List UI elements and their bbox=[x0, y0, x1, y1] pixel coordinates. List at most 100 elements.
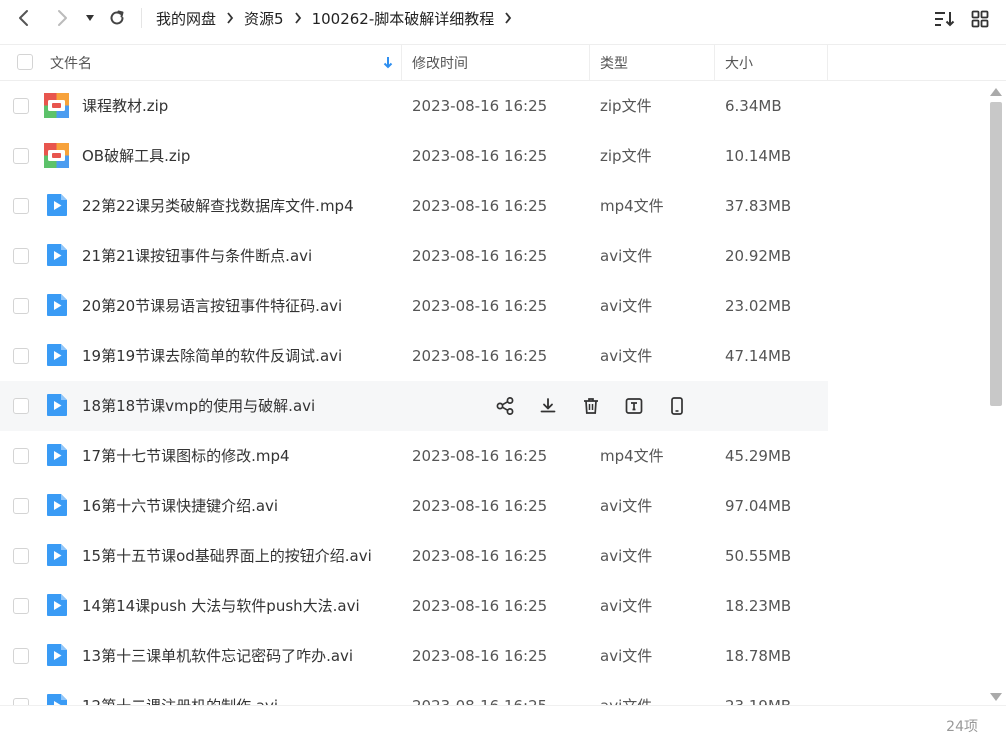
row-checkbox[interactable] bbox=[13, 148, 29, 164]
file-row[interactable]: 18第18节课vmp的使用与破解.avi bbox=[0, 381, 828, 431]
file-name[interactable]: 课程教材.zip bbox=[82, 81, 168, 131]
file-date: 2023-08-16 16:25 bbox=[412, 597, 548, 615]
file-size: 23.19MB bbox=[725, 681, 791, 705]
select-all-checkbox[interactable] bbox=[17, 54, 33, 70]
file-row[interactable]: 20第20节课易语言按钮事件特征码.avi 2023-08-16 16:25 avi… bbox=[0, 281, 828, 331]
file-size: 45.29MB bbox=[725, 447, 792, 465]
header-size[interactable]: 大小 bbox=[725, 45, 753, 80]
file-date: 2023-08-16 16:25 bbox=[412, 147, 548, 165]
video-icon bbox=[46, 393, 71, 418]
file-name[interactable]: 21第21课按钮事件与条件断点.avi bbox=[82, 231, 312, 281]
file-type: zip文件 bbox=[600, 147, 652, 165]
file-row[interactable]: 课程教材.zip 2023-08-16 16:25 zip文件 6.34MB bbox=[0, 81, 828, 131]
video-icon bbox=[46, 543, 71, 568]
file-row[interactable]: 13第十三课单机软件忘记密码了咋办.avi 2023-08-16 16:25 avi… bbox=[0, 631, 828, 681]
file-name[interactable]: 14第14课push 大法与软件push大法.avi bbox=[82, 581, 360, 631]
row-checkbox[interactable] bbox=[13, 348, 29, 364]
file-date: 2023-08-16 16:25 bbox=[412, 247, 548, 265]
file-name[interactable]: 18第18节课vmp的使用与破解.avi bbox=[82, 381, 315, 431]
history-dropdown[interactable] bbox=[80, 6, 100, 30]
rename-icon[interactable] bbox=[623, 395, 645, 417]
grid-view-button[interactable] bbox=[969, 8, 991, 30]
scroll-down-arrow-icon[interactable] bbox=[990, 693, 1002, 701]
row-checkbox[interactable] bbox=[13, 448, 29, 464]
refresh-icon bbox=[110, 10, 124, 25]
file-name[interactable]: 22第22课另类破解查找数据库文件.mp4 bbox=[82, 181, 354, 231]
sort-button[interactable] bbox=[933, 8, 955, 30]
file-name[interactable]: 20第20节课易语言按钮事件特征码.avi bbox=[82, 281, 342, 331]
divider bbox=[714, 45, 715, 80]
grid-icon bbox=[971, 10, 989, 28]
chevron-right-icon bbox=[294, 12, 302, 24]
file-row[interactable]: 16第十六节课快捷键介绍.avi 2023-08-16 16:25 avi文件 97.… bbox=[0, 481, 828, 531]
back-button[interactable] bbox=[12, 6, 36, 30]
row-checkbox[interactable] bbox=[13, 98, 29, 114]
file-name[interactable]: 12第十二课注册机的制作.avi bbox=[82, 681, 278, 705]
breadcrumb: 我的网盘 资源5 100262-脚本破解详细教程 bbox=[156, 8, 522, 28]
row-checkbox[interactable] bbox=[13, 298, 29, 314]
file-size: 37.83MB bbox=[725, 197, 792, 215]
file-name[interactable]: 16第十六节课快捷键介绍.avi bbox=[82, 481, 278, 531]
file-date: 2023-08-16 16:25 bbox=[412, 347, 548, 365]
scrollbar[interactable] bbox=[986, 84, 1006, 705]
chevron-right-icon[interactable] bbox=[504, 12, 512, 24]
file-row[interactable]: OB破解工具.zip 2023-08-16 16:25 zip文件 10.14MB bbox=[0, 131, 828, 181]
file-row[interactable]: 19第19节课去除简单的软件反调试.avi 2023-08-16 16:25 avi… bbox=[0, 331, 828, 381]
row-checkbox[interactable] bbox=[13, 498, 29, 514]
file-row[interactable]: 14第14课push 大法与软件push大法.avi 2023-08-16 16:… bbox=[0, 581, 828, 631]
video-icon bbox=[46, 493, 71, 518]
chevron-left-icon bbox=[19, 10, 28, 26]
video-icon bbox=[46, 443, 71, 468]
trash-icon[interactable] bbox=[580, 395, 602, 417]
download-icon[interactable] bbox=[537, 395, 559, 417]
row-checkbox[interactable] bbox=[13, 598, 29, 614]
file-row[interactable]: 21第21课按钮事件与条件断点.avi 2023-08-16 16:25 avi文件… bbox=[0, 231, 828, 281]
row-actions bbox=[494, 395, 688, 417]
video-icon bbox=[46, 193, 71, 218]
sort-icon bbox=[935, 12, 955, 27]
status-bar: 24项 bbox=[0, 705, 1006, 739]
row-checkbox[interactable] bbox=[13, 398, 29, 414]
row-checkbox[interactable] bbox=[13, 648, 29, 664]
share-icon[interactable] bbox=[494, 395, 516, 417]
sort-desc-icon[interactable] bbox=[383, 45, 393, 80]
file-type: avi文件 bbox=[600, 647, 653, 665]
row-checkbox[interactable] bbox=[13, 548, 29, 564]
file-row[interactable]: 15第十五节课od基础界面上的按钮介绍.avi 2023-08-16 16:25 a… bbox=[0, 531, 828, 581]
row-checkbox[interactable] bbox=[13, 248, 29, 264]
row-checkbox[interactable] bbox=[13, 698, 29, 705]
file-size: 18.23MB bbox=[725, 597, 792, 615]
breadcrumb-item[interactable]: 100262-脚本破解详细教程 bbox=[312, 8, 495, 29]
file-type: avi文件 bbox=[600, 681, 652, 705]
file-size: 10.14MB bbox=[725, 147, 792, 165]
file-date: 2023-08-16 16:25 bbox=[412, 647, 548, 665]
header-type[interactable]: 类型 bbox=[600, 45, 628, 80]
breadcrumb-item[interactable]: 资源5 bbox=[244, 8, 284, 29]
file-type: avi文件 bbox=[600, 547, 653, 565]
refresh-button[interactable] bbox=[105, 6, 129, 30]
file-name[interactable]: 13第十三课单机软件忘记密码了咋办.avi bbox=[82, 631, 353, 681]
file-name[interactable]: 19第19节课去除简单的软件反调试.avi bbox=[82, 331, 342, 381]
file-name[interactable]: 17第十七节课图标的修改.mp4 bbox=[82, 431, 290, 481]
header-name[interactable]: 文件名 bbox=[50, 45, 92, 80]
scrollbar-thumb[interactable] bbox=[990, 102, 1002, 406]
file-row[interactable]: 12第十二课注册机的制作.avi 2023-08-16 16:25 avi文件 23.… bbox=[0, 681, 828, 705]
divider bbox=[141, 8, 142, 28]
file-date: 2023-08-16 16:25 bbox=[412, 97, 548, 115]
row-checkbox[interactable] bbox=[13, 198, 29, 214]
file-row[interactable]: 17第十七节课图标的修改.mp4 2023-08-16 16:25 mp4文件 45.… bbox=[0, 431, 828, 481]
file-type: avi文件 bbox=[600, 297, 653, 315]
scroll-up-arrow-icon[interactable] bbox=[990, 88, 1002, 96]
file-type: mp4文件 bbox=[600, 447, 664, 465]
breadcrumb-item[interactable]: 我的网盘 bbox=[156, 8, 216, 29]
file-row[interactable]: 22第22课另类破解查找数据库文件.mp4 2023-08-16 16:25 mp4… bbox=[0, 181, 828, 231]
zip-icon bbox=[44, 143, 69, 168]
forward-button[interactable] bbox=[50, 6, 74, 30]
file-name[interactable]: 15第十五节课od基础界面上的按钮介绍.avi bbox=[82, 531, 372, 581]
video-icon bbox=[46, 293, 71, 318]
video-icon bbox=[46, 243, 71, 268]
header-modified[interactable]: 修改时间 bbox=[412, 45, 468, 80]
send-to-phone-icon[interactable] bbox=[666, 395, 688, 417]
file-name[interactable]: OB破解工具.zip bbox=[82, 131, 190, 181]
file-date: 2023-08-16 16:25 bbox=[412, 681, 547, 705]
